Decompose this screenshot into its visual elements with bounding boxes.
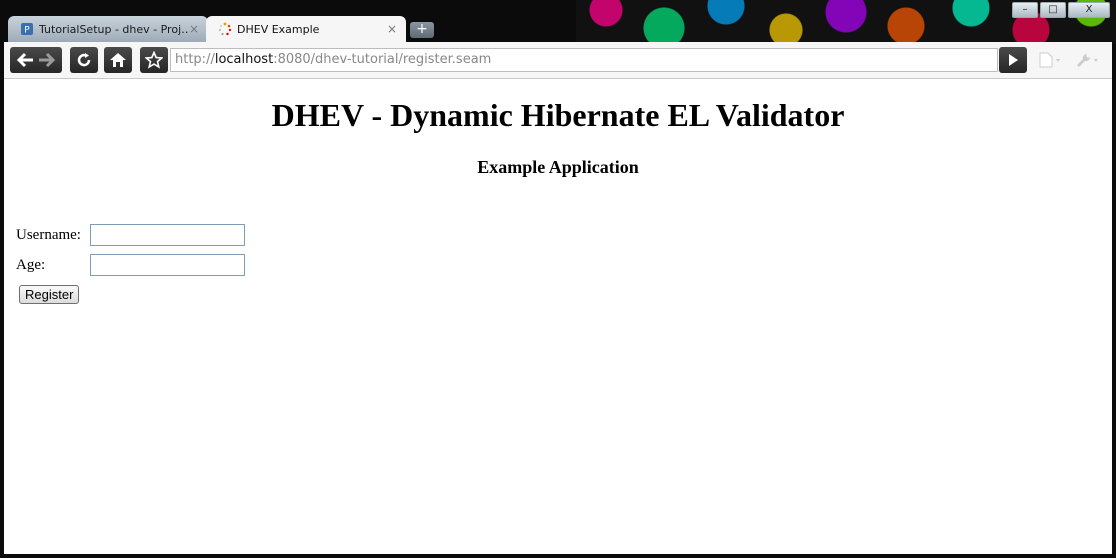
reload-icon	[76, 52, 92, 68]
url-scheme: http://	[175, 52, 215, 67]
forward-arrow-icon[interactable]	[36, 52, 56, 68]
home-icon	[109, 52, 127, 68]
tab-tutorial-setup[interactable]: P TutorialSetup - dhev - Proj… ×	[8, 16, 208, 42]
tab-close-icon[interactable]: ×	[386, 22, 398, 36]
tab-title: TutorialSetup - dhev - Proj…	[39, 22, 188, 36]
age-input[interactable]	[90, 254, 245, 276]
new-tab-button[interactable]: +	[410, 22, 434, 38]
home-button[interactable]	[104, 47, 132, 73]
window-controls: – □ X	[1012, 2, 1110, 18]
project-icon: P	[20, 22, 34, 36]
address-bar[interactable]: http://localhost:8080/dhev-tutorial/regi…	[170, 48, 998, 72]
close-window-button[interactable]: X	[1068, 2, 1110, 18]
page-menu-icon	[1037, 52, 1063, 68]
loading-spinner-icon	[218, 22, 232, 36]
tab-title: DHEV Example	[237, 22, 320, 36]
tab-dhev-example[interactable]: DHEV Example ×	[206, 16, 406, 42]
username-label: Username:	[16, 226, 81, 243]
age-label: Age:	[16, 256, 46, 273]
tab-close-icon[interactable]: ×	[188, 22, 200, 36]
page-content: DHEV - Dynamic Hibernate EL Validator Ex…	[4, 79, 1112, 554]
wrench-icon	[1075, 52, 1101, 68]
tab-strip: P TutorialSetup - dhev - Proj… × DHEV Ex…	[8, 16, 568, 42]
tools-menu-button[interactable]	[1072, 50, 1104, 70]
url-host: localhost	[214, 52, 274, 67]
back-arrow-icon[interactable]	[16, 52, 36, 68]
page-title: DHEV - Dynamic Hibernate EL Validator	[271, 97, 845, 133]
svg-text:P: P	[24, 26, 30, 36]
go-button[interactable]	[999, 47, 1027, 73]
maximize-button[interactable]: □	[1040, 2, 1066, 18]
page-subtitle: Example Application	[477, 157, 639, 177]
go-arrow-icon	[1007, 53, 1019, 67]
register-button[interactable]: Register	[19, 285, 80, 304]
age-row: Age:	[16, 254, 245, 276]
username-input[interactable]	[90, 224, 245, 246]
url-path: :8080/dhev-tutorial/register.seam	[273, 52, 492, 67]
page-menu-button[interactable]	[1034, 50, 1066, 70]
minimize-button[interactable]: –	[1012, 2, 1038, 18]
browser-toolbar: http://localhost:8080/dhev-tutorial/regi…	[4, 42, 1112, 79]
reload-button[interactable]	[70, 47, 98, 73]
username-row: Username:	[16, 224, 245, 246]
bookmark-button[interactable]	[140, 47, 168, 73]
browser-window: – □ X P TutorialSetup - dhev - Proj… × D…	[0, 0, 1116, 558]
star-icon	[145, 51, 163, 69]
back-forward-group	[10, 47, 62, 73]
